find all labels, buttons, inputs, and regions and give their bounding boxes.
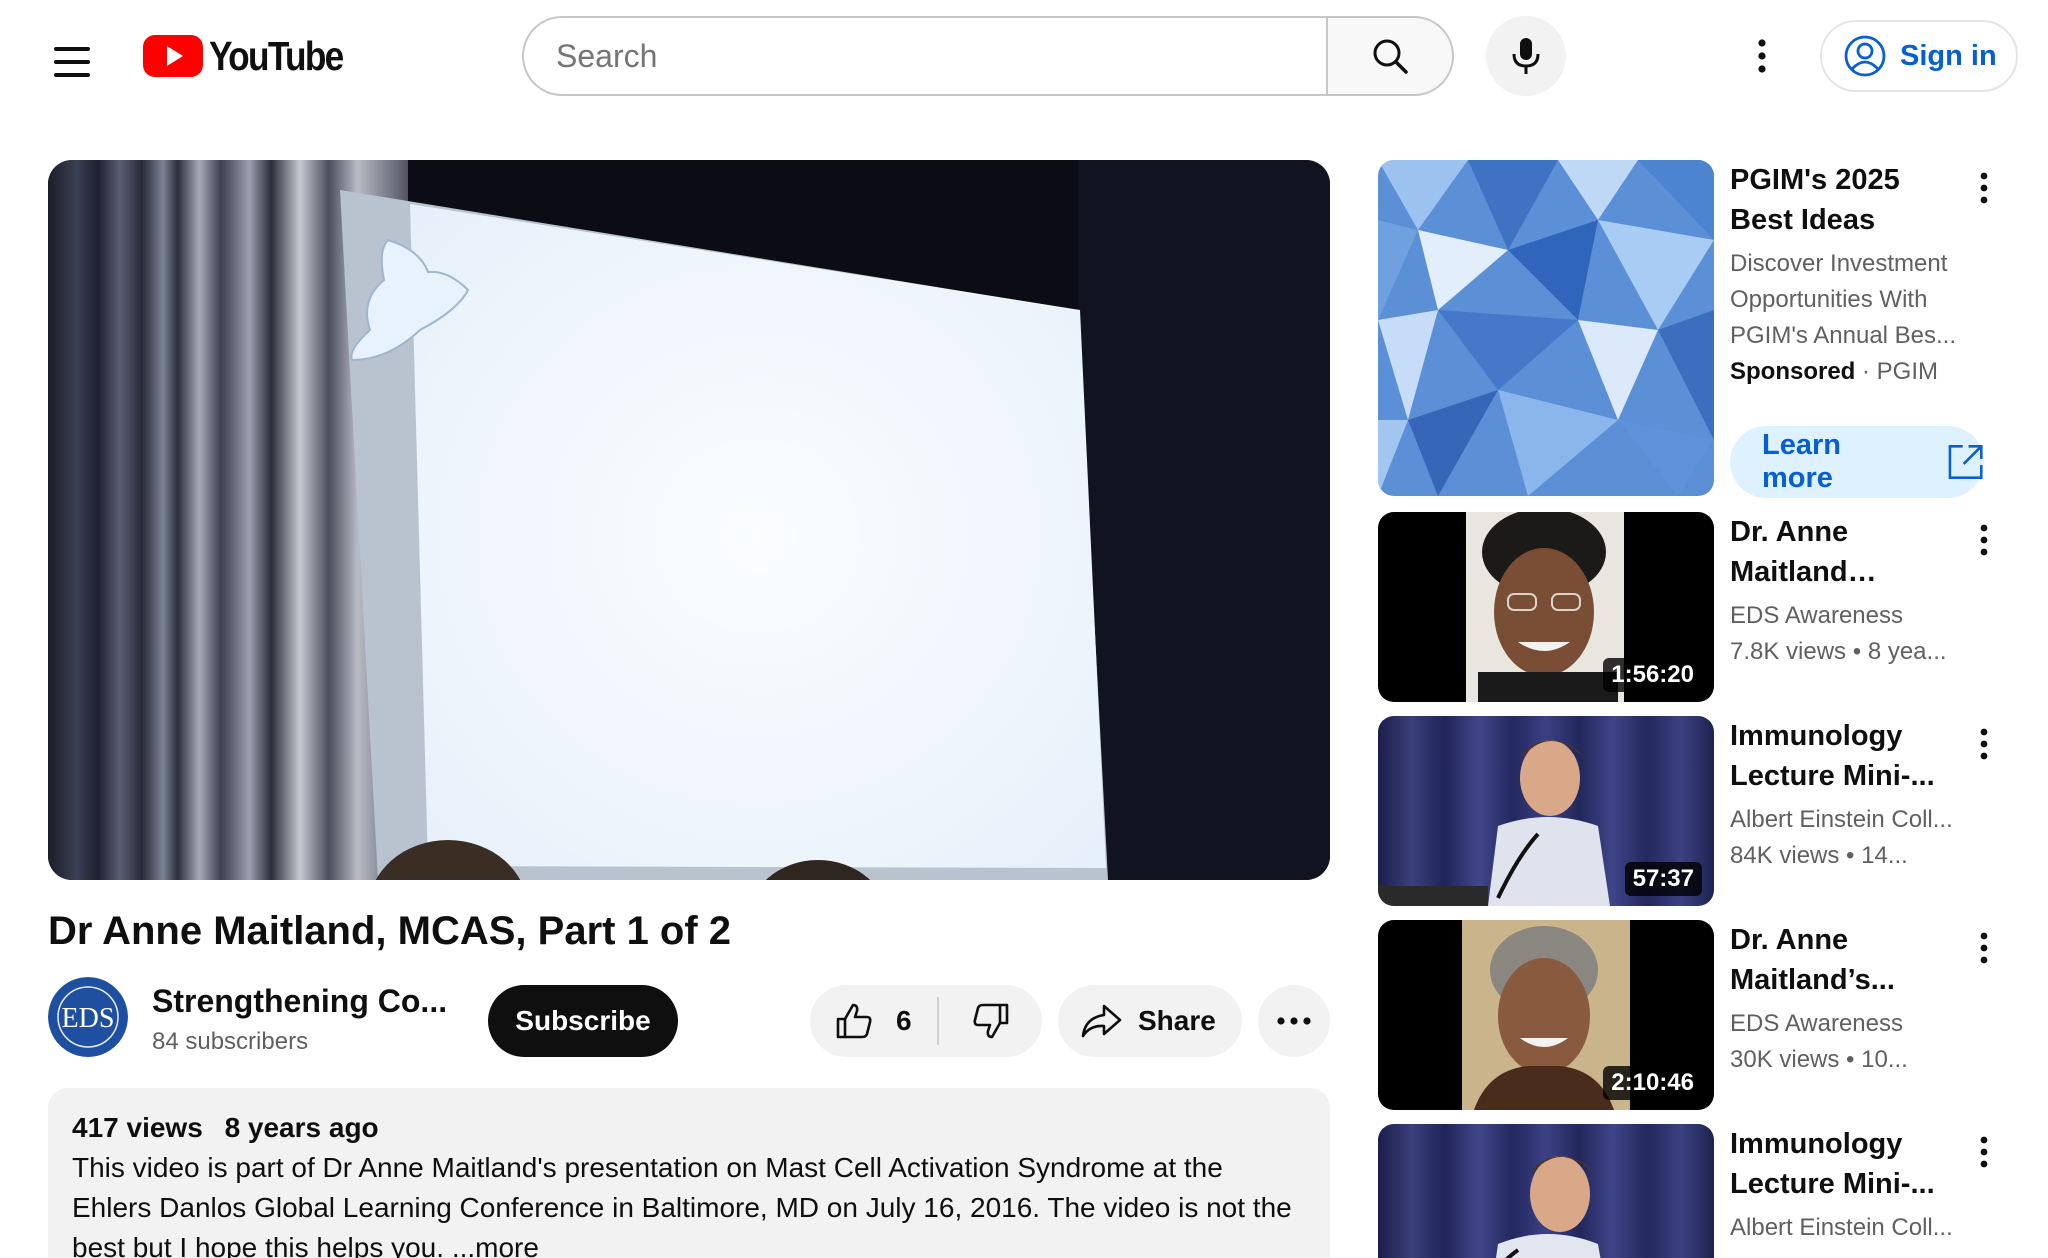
learn-more-label: Learn more [1762, 429, 1841, 494]
description-more-link[interactable]: ...more [452, 1232, 539, 1258]
dislike-button[interactable] [939, 985, 1042, 1057]
sidebar-video-item: 57:37 Immunology Lecture Mini-... Albert… [1378, 716, 2018, 906]
search-input[interactable] [556, 37, 1328, 75]
video-item-title[interactable]: Dr. Anne Maitland presents “Mast... [1730, 512, 1962, 592]
video-thumbnail[interactable]: 2:10:46 [1378, 920, 1714, 1110]
ad-sponsored-line: Sponsored · PGIM [1730, 358, 1939, 385]
video-player[interactable] [48, 160, 1330, 880]
video-item-channel[interactable]: Albert Einstein Coll... [1730, 802, 1962, 838]
sidebar-ad: PGIM's 2025 Best Ideas Discover Investme… [1378, 160, 2018, 500]
learn-more-button[interactable]: Learn more [1730, 426, 1984, 498]
video-duration: 1:56:20 [1603, 658, 1702, 692]
sponsored-label: Sponsored [1730, 358, 1856, 385]
video-item-views: 7.8K views [1730, 638, 1847, 665]
sidebar-video-item: 1:56:20 Dr. Anne Maitland presents “Mast… [1378, 512, 2018, 702]
youtube-play-logo-icon [143, 35, 203, 77]
video-item-title[interactable]: Dr. Anne Maitland’s... [1730, 920, 1962, 1000]
like-dislike-group: 6 [810, 985, 1042, 1057]
video-meta: Immunology Lecture Mini-... Albert Einst… [1730, 716, 1962, 874]
masthead: YouTube Sign in [0, 0, 2048, 112]
thumbs-up-icon [836, 1003, 872, 1039]
video-item-age: 14... [1861, 842, 1908, 869]
subscriber-count: 84 subscribers [152, 1028, 309, 1055]
video-item-views: 30K views [1730, 1046, 1840, 1073]
description-box[interactable]: 417 views 8 years ago This video is part… [48, 1088, 1330, 1258]
video-thumbnail[interactable] [1378, 1124, 1714, 1258]
video-item-more-icon[interactable] [1964, 722, 2004, 766]
video-meta: Dr. Anne Maitland’s... EDS Awareness 30K… [1730, 920, 1962, 1078]
upload-age: 8 years ago [224, 1112, 379, 1143]
channel-name[interactable]: Strengthening Co... [152, 980, 447, 1022]
search-button[interactable] [1326, 16, 1454, 96]
sign-in-label: Sign in [1900, 39, 1997, 72]
more-horizontal-icon [1277, 1017, 1311, 1025]
video-item-stats: 30K views • 10... [1730, 1046, 1908, 1073]
video-item-age: 8 yea... [1867, 638, 1947, 665]
sidebar-video-item: Immunology Lecture Mini-... Albert Einst… [1378, 1124, 2018, 1258]
share-label: Share [1138, 1005, 1216, 1036]
video-title: Dr Anne Maitland, MCAS, Part 1 of 2 [48, 909, 732, 953]
video-item-views: 84K views [1730, 842, 1840, 869]
ad-description: Discover Investment Opportunities With P… [1730, 250, 1957, 349]
sidebar-video-item: 2:10:46 Dr. Anne Maitland’s... EDS Aware… [1378, 920, 2018, 1110]
video-meta: Dr. Anne Maitland presents “Mast... EDS … [1730, 512, 1962, 670]
video-meta: Immunology Lecture Mini-... Albert Einst… [1730, 1124, 1962, 1246]
video-item-age: 10... [1861, 1046, 1908, 1073]
channel-avatar-text: EDS [62, 1003, 115, 1034]
video-item-stats: 7.8K views • 8 yea... [1730, 638, 1947, 665]
voice-search-button[interactable] [1486, 16, 1566, 96]
video-duration: 57:37 [1624, 862, 1702, 896]
description-meta: 417 views 8 years ago [72, 1108, 1306, 1148]
subscribe-button[interactable]: Subscribe [488, 985, 678, 1057]
video-item-title[interactable]: Immunology Lecture Mini-... [1730, 716, 1962, 796]
description-body: This video is part of Dr Anne Maitland's… [72, 1152, 1292, 1258]
video-item-title[interactable]: Immunology Lecture Mini-... [1730, 1124, 1962, 1204]
video-frame [48, 160, 1330, 880]
video-item-more-icon[interactable] [1964, 518, 2004, 562]
like-count: 6 [896, 1005, 912, 1036]
video-item-channel[interactable]: EDS Awareness [1730, 598, 1962, 634]
video-item-channel[interactable]: Albert Einstein Coll... [1730, 1210, 1962, 1246]
view-count: 417 views [72, 1112, 203, 1143]
like-button[interactable]: 6 [810, 985, 937, 1057]
logo-text: YouTube [209, 32, 344, 79]
ad-advertiser: PGIM [1876, 358, 1939, 385]
microphone-icon [1512, 38, 1540, 74]
sign-in-button[interactable]: Sign in [1820, 20, 2018, 92]
ad-more-icon[interactable] [1964, 166, 2004, 210]
description-text: This video is part of Dr Anne Maitland's… [72, 1148, 1306, 1258]
thumbs-down-icon [973, 1003, 1008, 1039]
search-box [522, 16, 1328, 96]
search-icon [1373, 39, 1408, 74]
video-item-more-icon[interactable] [1964, 926, 2004, 970]
account-circle-icon [1844, 35, 1886, 77]
menu-icon[interactable] [44, 34, 100, 90]
video-item-stats: 84K views • 14... [1730, 842, 1908, 869]
share-button[interactable]: Share [1058, 985, 1242, 1057]
share-arrow-icon [1081, 1004, 1122, 1038]
video-thumbnail[interactable]: 57:37 [1378, 716, 1714, 906]
video-item-more-icon[interactable] [1964, 1130, 2004, 1174]
video-duration: 2:10:46 [1603, 1066, 1702, 1100]
more-actions-button[interactable] [1258, 985, 1330, 1057]
youtube-logo[interactable]: YouTube [143, 32, 364, 79]
settings-more-icon[interactable] [1740, 34, 1784, 78]
external-link-icon [1948, 445, 1983, 479]
ad-title[interactable]: PGIM's 2025 Best Ideas [1730, 160, 1962, 240]
ad-meta: PGIM's 2025 Best Ideas Discover Investme… [1730, 160, 1962, 390]
video-item-channel[interactable]: EDS Awareness [1730, 1006, 1962, 1042]
channel-avatar[interactable]: EDS [48, 977, 128, 1057]
video-thumbnail[interactable]: 1:56:20 [1378, 512, 1714, 702]
ad-thumbnail[interactable] [1378, 160, 1714, 496]
